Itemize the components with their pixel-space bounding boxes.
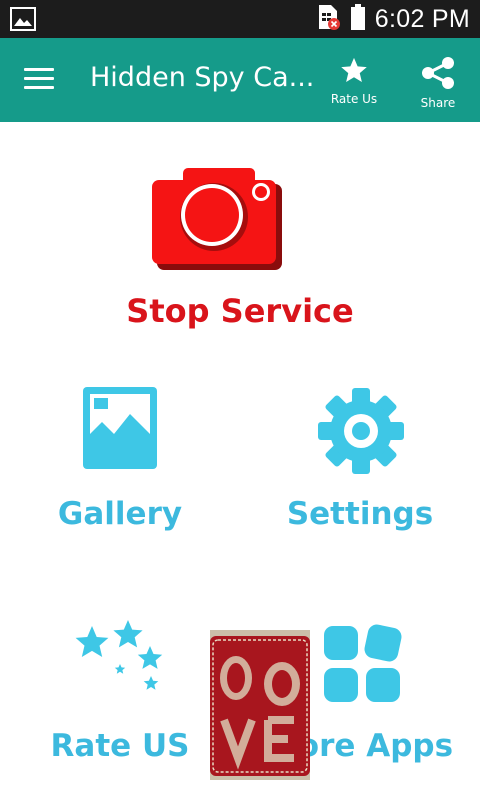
camera-icon [152, 168, 282, 270]
hamburger-menu-icon[interactable] [24, 64, 58, 94]
star-icon [341, 57, 367, 82]
gallery-label[interactable]: Gallery [0, 496, 240, 532]
sim-error-icon [317, 3, 341, 35]
battery-icon [350, 3, 365, 35]
share-action-label: Share [420, 96, 456, 110]
share-icon [422, 57, 454, 89]
image-notification-icon [10, 7, 36, 31]
rate-us-action-label: Rate Us [330, 92, 378, 106]
stars-icon[interactable] [70, 620, 166, 700]
stop-service-camera-button[interactable] [148, 160, 282, 270]
status-time: 6:02 PM [374, 4, 470, 33]
rate-us-label[interactable]: Rate US [0, 728, 240, 764]
share-action-button[interactable]: Share [408, 56, 468, 114]
settings-gear-icon[interactable] [318, 388, 404, 474]
advertisement-image[interactable] [210, 630, 310, 780]
main-content: Stop Service Gallery Settings Rate US Mo… [0, 122, 480, 800]
apps-grid-icon[interactable] [322, 624, 402, 704]
app-bar: Hidden Spy Ca... Rate Us Share [0, 38, 480, 122]
gallery-icon[interactable] [80, 384, 160, 472]
rate-us-action-button[interactable]: Rate Us [324, 56, 384, 114]
stop-service-label[interactable]: Stop Service [0, 292, 480, 330]
app-title: Hidden Spy Ca... [90, 62, 315, 93]
status-bar: 6:02 PM [0, 0, 480, 38]
settings-label[interactable]: Settings [240, 496, 480, 532]
